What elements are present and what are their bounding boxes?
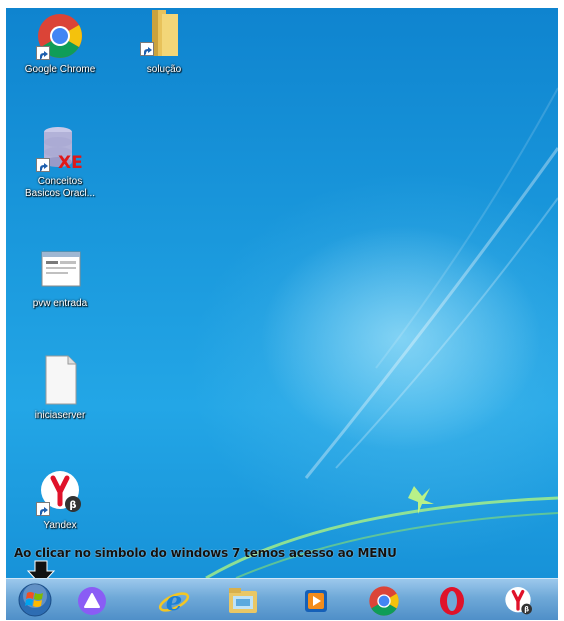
folder-library-icon	[229, 588, 257, 613]
internet-explorer-icon: e	[158, 587, 190, 617]
file-icon	[36, 354, 84, 406]
database-xe-icon: XE	[36, 124, 84, 173]
window-screenshot-icon	[36, 246, 84, 294]
desktop-icon-label: Yandex	[43, 520, 77, 531]
chrome-icon	[36, 12, 84, 60]
media-player-icon	[305, 590, 327, 612]
desktop-icon-yandex[interactable]: β Yandex	[12, 468, 108, 532]
instruction-caption: Ao clicar no simbolo do windows 7 temos …	[14, 546, 397, 560]
shortcut-arrow-icon	[36, 502, 50, 516]
shortcut-arrow-icon	[36, 46, 50, 60]
shortcut-arrow-icon	[36, 158, 50, 172]
taskbar-opera-button[interactable]	[436, 585, 468, 617]
svg-text:β: β	[524, 606, 529, 614]
yandex-browser-icon: β	[505, 587, 532, 615]
desktop-icon-label: iniciaserver	[34, 410, 86, 421]
desktop-icon-label: Google Chrome	[24, 64, 96, 75]
taskbar-internet-explorer-button[interactable]: e	[158, 585, 190, 617]
opera-icon	[440, 587, 464, 615]
desktop-icon-label: pvw entrada	[32, 298, 88, 309]
taskbar-file-explorer-button[interactable]	[226, 585, 258, 617]
desktop-icon-pvw-entrada[interactable]: pvw entrada	[12, 246, 108, 310]
shortcut-arrow-icon	[140, 42, 154, 56]
chrome-icon	[369, 586, 399, 616]
start-button[interactable]	[18, 583, 52, 617]
folder-icon	[140, 8, 188, 60]
taskbar-media-player-button[interactable]	[300, 585, 332, 617]
windows-orb-icon	[18, 583, 52, 617]
svg-text:e: e	[166, 587, 183, 617]
desktop-icon-label: Conceitos Basicos Oracl...	[24, 176, 96, 199]
taskbar: e β	[6, 578, 558, 620]
taskbar-alice-button[interactable]	[76, 585, 108, 617]
taskbar-chrome-button[interactable]	[368, 585, 400, 617]
desktop-icon-solucao[interactable]: solução	[116, 8, 212, 76]
desktop: Google Chrome solução XE Conceitos Basic…	[6, 8, 558, 578]
desktop-icon-conceitos-basicos-oracle[interactable]: XE Conceitos Basicos Oracl...	[12, 124, 108, 200]
svg-text:XE: XE	[58, 153, 83, 172]
yandex-browser-icon: β	[36, 468, 84, 516]
desktop-icon-google-chrome[interactable]: Google Chrome	[12, 12, 108, 76]
svg-text:β: β	[69, 500, 76, 511]
desktop-icon-label: solução	[146, 64, 182, 75]
alice-icon	[78, 587, 106, 615]
taskbar-yandex-button[interactable]: β	[502, 585, 534, 617]
desktop-icon-iniciaserver[interactable]: iniciaserver	[12, 354, 108, 422]
